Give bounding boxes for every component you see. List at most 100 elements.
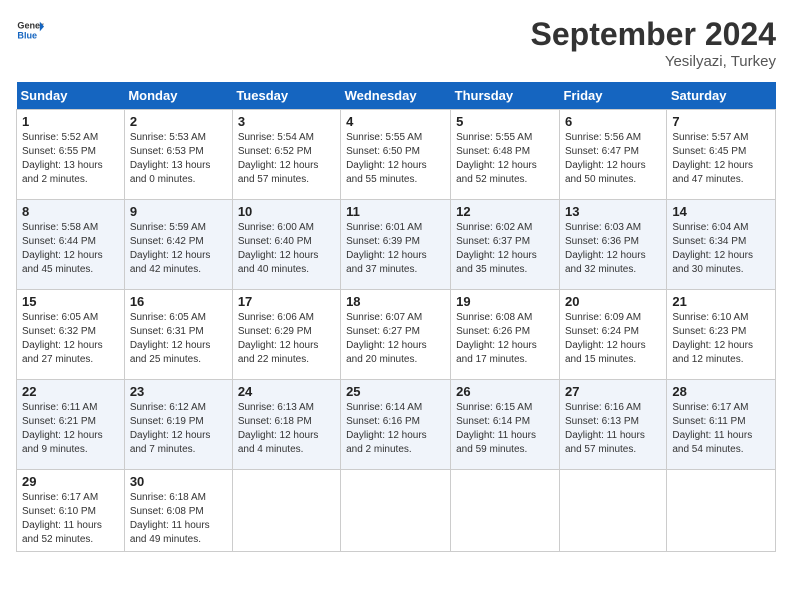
calendar-cell: 15Sunrise: 6:05 AM Sunset: 6:32 PM Dayli… (17, 290, 125, 380)
calendar-cell: 18Sunrise: 6:07 AM Sunset: 6:27 PM Dayli… (341, 290, 451, 380)
calendar-cell: 3 Sunrise: 5:54 AM Sunset: 6:52 PM Daylig… (232, 110, 340, 200)
day-info: Sunrise: 5:54 AM Sunset: 6:52 PM Dayligh… (238, 131, 335, 187)
day-number: 21 (672, 294, 770, 309)
month-title: September 2024 (531, 16, 776, 53)
day-info: Sunrise: 6:14 AM Sunset: 6:16 PM Dayligh… (346, 401, 445, 457)
calendar-week-row: 29 Sunrise: 6:17 AM Sunset: 6:10 PM Dayli… (17, 470, 776, 552)
day-number: 12 (456, 204, 554, 219)
day-number: 5 (456, 114, 554, 129)
calendar-cell: 20 Sunrise: 6:09 AM Sunset: 6:24 PM Dayli… (559, 290, 666, 380)
day-info: Sunrise: 5:56 AM Sunset: 6:47 PM Dayligh… (565, 131, 661, 187)
day-info: Sunrise: 6:05 AM Sunset: 6:31 PM Dayligh… (130, 311, 227, 367)
weekday-header-row: SundayMondayTuesdayWednesdayThursdayFrid… (17, 82, 776, 110)
day-number: 10 (238, 204, 335, 219)
calendar-cell: 7 Sunrise: 5:57 AM Sunset: 6:45 PM Daylig… (667, 110, 776, 200)
day-number: 15 (22, 294, 119, 309)
day-info: Sunrise: 6:17 AM Sunset: 6:10 PM Dayligh… (22, 491, 119, 547)
calendar-cell: 10 Sunrise: 6:00 AM Sunset: 6:40 PM Dayli… (232, 200, 340, 290)
calendar-cell (341, 470, 451, 552)
day-number: 2 (130, 114, 227, 129)
day-info: Sunrise: 6:08 AM Sunset: 6:26 PM Dayligh… (456, 311, 554, 367)
calendar-cell: 9 Sunrise: 5:59 AM Sunset: 6:42 PM Daylig… (124, 200, 232, 290)
calendar-cell: 11Sunrise: 6:01 AM Sunset: 6:39 PM Dayli… (341, 200, 451, 290)
calendar-cell: 19 Sunrise: 6:08 AM Sunset: 6:26 PM Dayli… (451, 290, 560, 380)
day-info: Sunrise: 6:02 AM Sunset: 6:37 PM Dayligh… (456, 221, 554, 277)
day-number: 22 (22, 384, 119, 399)
day-number: 8 (22, 204, 119, 219)
calendar-cell: 22Sunrise: 6:11 AM Sunset: 6:21 PM Dayli… (17, 380, 125, 470)
day-number: 24 (238, 384, 335, 399)
header: General Blue September 2024 Yesilyazi, T… (16, 16, 776, 70)
day-number: 4 (346, 114, 445, 129)
day-info: Sunrise: 6:12 AM Sunset: 6:19 PM Dayligh… (130, 401, 227, 457)
day-info: Sunrise: 6:09 AM Sunset: 6:24 PM Dayligh… (565, 311, 661, 367)
logo-icon: General Blue (16, 16, 44, 44)
weekday-header-friday: Friday (559, 82, 666, 110)
calendar-cell (451, 470, 560, 552)
calendar-cell: 28Sunrise: 6:17 AM Sunset: 6:11 PM Dayli… (667, 380, 776, 470)
calendar-cell: 13Sunrise: 6:03 AM Sunset: 6:36 PM Dayli… (559, 200, 666, 290)
day-number: 28 (672, 384, 770, 399)
day-info: Sunrise: 5:55 AM Sunset: 6:48 PM Dayligh… (456, 131, 554, 187)
day-info: Sunrise: 6:18 AM Sunset: 6:08 PM Dayligh… (130, 491, 227, 547)
calendar-cell (232, 470, 340, 552)
weekday-header-monday: Monday (124, 82, 232, 110)
calendar-cell: 29 Sunrise: 6:17 AM Sunset: 6:10 PM Dayli… (17, 470, 125, 552)
calendar-cell: 21 Sunrise: 6:10 AM Sunset: 6:23 PM Dayli… (667, 290, 776, 380)
day-info: Sunrise: 6:10 AM Sunset: 6:23 PM Dayligh… (672, 311, 770, 367)
day-number: 20 (565, 294, 661, 309)
day-number: 25 (346, 384, 445, 399)
calendar-cell: 25 Sunrise: 6:14 AM Sunset: 6:16 PM Dayli… (341, 380, 451, 470)
weekday-header-wednesday: Wednesday (341, 82, 451, 110)
day-info: Sunrise: 6:07 AM Sunset: 6:27 PM Dayligh… (346, 311, 445, 367)
day-number: 23 (130, 384, 227, 399)
day-info: Sunrise: 5:52 AM Sunset: 6:55 PM Dayligh… (22, 131, 119, 187)
calendar-cell: 8 Sunrise: 5:58 AM Sunset: 6:44 PM Daylig… (17, 200, 125, 290)
calendar-cell: 30 Sunrise: 6:18 AM Sunset: 6:08 PM Dayli… (124, 470, 232, 552)
day-info: Sunrise: 5:55 AM Sunset: 6:50 PM Dayligh… (346, 131, 445, 187)
day-info: Sunrise: 5:59 AM Sunset: 6:42 PM Dayligh… (130, 221, 227, 277)
day-info: Sunrise: 6:04 AM Sunset: 6:34 PM Dayligh… (672, 221, 770, 277)
calendar-week-row: 8 Sunrise: 5:58 AM Sunset: 6:44 PM Daylig… (17, 200, 776, 290)
calendar-week-row: 1 Sunrise: 5:52 AM Sunset: 6:55 PM Daylig… (17, 110, 776, 200)
day-info: Sunrise: 6:00 AM Sunset: 6:40 PM Dayligh… (238, 221, 335, 277)
day-number: 27 (565, 384, 661, 399)
day-info: Sunrise: 5:58 AM Sunset: 6:44 PM Dayligh… (22, 221, 119, 277)
day-number: 3 (238, 114, 335, 129)
day-number: 6 (565, 114, 661, 129)
svg-text:Blue: Blue (17, 30, 37, 40)
day-info: Sunrise: 6:06 AM Sunset: 6:29 PM Dayligh… (238, 311, 335, 367)
day-number: 19 (456, 294, 554, 309)
day-number: 29 (22, 474, 119, 489)
calendar-cell: 6 Sunrise: 5:56 AM Sunset: 6:47 PM Daylig… (559, 110, 666, 200)
calendar-table: SundayMondayTuesdayWednesdayThursdayFrid… (16, 82, 776, 552)
calendar-cell: 17 Sunrise: 6:06 AM Sunset: 6:29 PM Dayli… (232, 290, 340, 380)
weekday-header-saturday: Saturday (667, 82, 776, 110)
day-number: 17 (238, 294, 335, 309)
calendar-week-row: 15Sunrise: 6:05 AM Sunset: 6:32 PM Dayli… (17, 290, 776, 380)
calendar-cell: 26Sunrise: 6:15 AM Sunset: 6:14 PM Dayli… (451, 380, 560, 470)
day-number: 13 (565, 204, 661, 219)
weekday-header-tuesday: Tuesday (232, 82, 340, 110)
day-number: 30 (130, 474, 227, 489)
calendar-cell: 27 Sunrise: 6:16 AM Sunset: 6:13 PM Dayli… (559, 380, 666, 470)
calendar-week-row: 22Sunrise: 6:11 AM Sunset: 6:21 PM Dayli… (17, 380, 776, 470)
calendar-cell: 4 Sunrise: 5:55 AM Sunset: 6:50 PM Daylig… (341, 110, 451, 200)
day-info: Sunrise: 6:16 AM Sunset: 6:13 PM Dayligh… (565, 401, 661, 457)
location-title: Yesilyazi, Turkey (531, 53, 776, 70)
day-number: 9 (130, 204, 227, 219)
calendar-cell: 16Sunrise: 6:05 AM Sunset: 6:31 PM Dayli… (124, 290, 232, 380)
day-info: Sunrise: 6:13 AM Sunset: 6:18 PM Dayligh… (238, 401, 335, 457)
day-number: 1 (22, 114, 119, 129)
logo: General Blue (16, 16, 44, 44)
calendar-cell: 5 Sunrise: 5:55 AM Sunset: 6:48 PM Daylig… (451, 110, 560, 200)
calendar-cell: 12 Sunrise: 6:02 AM Sunset: 6:37 PM Dayli… (451, 200, 560, 290)
day-info: Sunrise: 5:57 AM Sunset: 6:45 PM Dayligh… (672, 131, 770, 187)
day-number: 14 (672, 204, 770, 219)
day-info: Sunrise: 6:01 AM Sunset: 6:39 PM Dayligh… (346, 221, 445, 277)
calendar-cell: 1 Sunrise: 5:52 AM Sunset: 6:55 PM Daylig… (17, 110, 125, 200)
day-number: 7 (672, 114, 770, 129)
day-info: Sunrise: 6:15 AM Sunset: 6:14 PM Dayligh… (456, 401, 554, 457)
weekday-header-sunday: Sunday (17, 82, 125, 110)
day-info: Sunrise: 5:53 AM Sunset: 6:53 PM Dayligh… (130, 131, 227, 187)
